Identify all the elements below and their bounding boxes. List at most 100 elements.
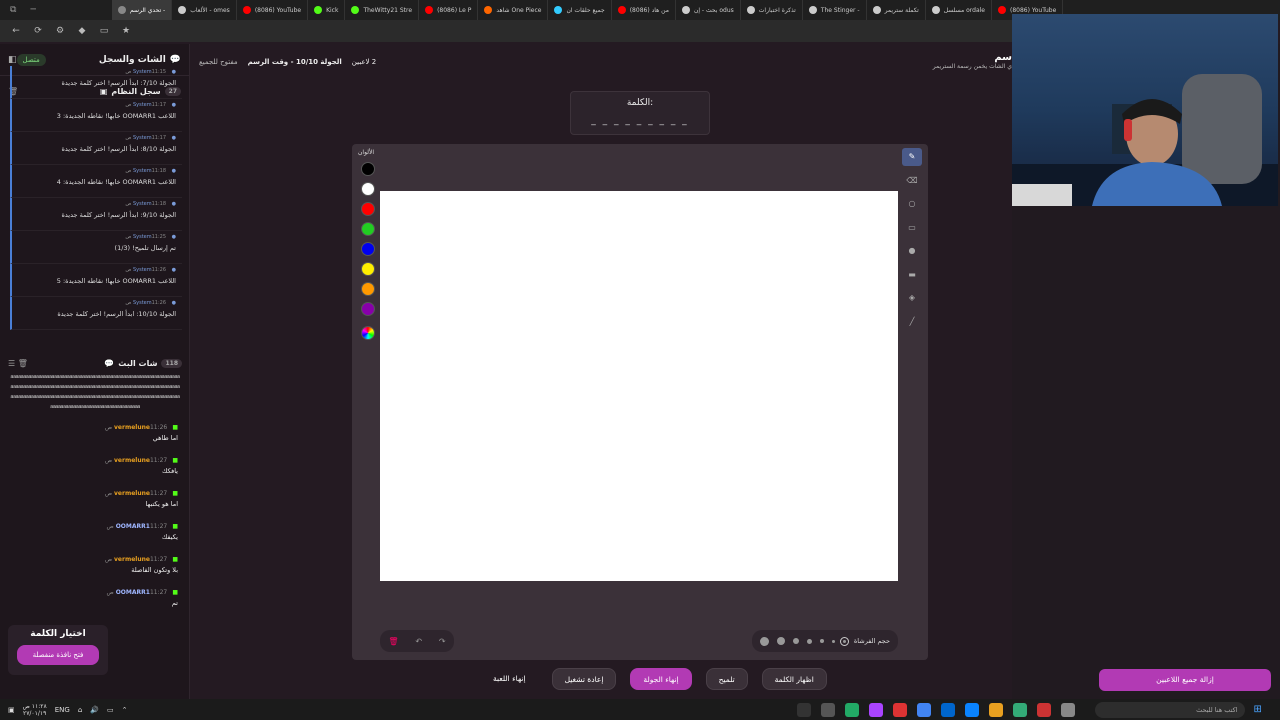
window-menu-icon[interactable]: ⧉ — [10, 5, 16, 15]
language-indicator[interactable]: ENG — [55, 706, 70, 714]
browser-tab[interactable]: Kick — [308, 0, 346, 20]
browser-tab[interactable]: شاهد One Piece — [478, 0, 549, 20]
taskbar-app-icon[interactable] — [893, 702, 908, 717]
browser-tab[interactable]: تكملة ستريمر — [867, 0, 926, 20]
taskbar-app-icon[interactable] — [941, 702, 956, 717]
circle-icon[interactable]: ○ — [902, 195, 922, 213]
collapse-sidebar-icon[interactable]: ◧ — [8, 55, 17, 65]
clock[interactable]: ١١:٢٨ ص ٢٧/٠١/١٩ — [23, 703, 47, 717]
taskbar-app-icon[interactable] — [797, 702, 812, 717]
chat-username[interactable]: vermelune — [114, 490, 150, 497]
star-icon[interactable]: ★ — [120, 26, 132, 36]
shield-icon[interactable]: ◆ — [76, 26, 88, 36]
color-swatch[interactable] — [361, 282, 375, 296]
taskbar-app-icon[interactable] — [869, 702, 884, 717]
chat-username[interactable]: OOMARR1 — [116, 523, 150, 530]
kick-badge-icon: ■ — [170, 457, 178, 464]
browser-tab[interactable]: الألعاب - omes — [172, 0, 237, 20]
undo-icon[interactable]: ↶ — [415, 637, 422, 646]
browser-tab[interactable]: تحدي الرسم - — [112, 0, 173, 20]
taskbar-app-icon[interactable] — [845, 702, 860, 717]
brush-size-7[interactable] — [759, 636, 769, 646]
end-game-button[interactable]: إنهاء اللعبة — [481, 668, 538, 690]
kick-badge-icon: ■ — [170, 490, 178, 497]
end-round-button[interactable]: إنهاء الجولة — [630, 668, 692, 690]
tray-expand-icon[interactable]: ⌃ — [122, 706, 128, 714]
taskbar-search[interactable]: اكتب هنا للبحث — [1095, 701, 1246, 718]
chat-message: ■ OOMARR111:27 ص تم — [0, 585, 190, 618]
livechat-menu-icon[interactable]: ☰ 🗑 — [8, 359, 28, 368]
brush-size-3[interactable] — [819, 639, 824, 643]
browser-tab[interactable]: تذكرة اختبارات — [741, 0, 803, 20]
screen-icon[interactable]: ▭ — [98, 26, 110, 36]
kick-badge-icon: ■ — [170, 589, 178, 596]
fill-bucket-icon[interactable]: ◈ — [902, 289, 922, 307]
chat-username-row: ■ vermelune11:27 ص — [12, 556, 178, 563]
windows-start-icon[interactable]: ⊞ — [1253, 704, 1261, 715]
redo-icon[interactable]: ↷ — [439, 637, 446, 646]
taskbar-app-icon[interactable] — [1037, 702, 1052, 717]
connection-status: متصل — [16, 53, 46, 66]
color-swatch[interactable] — [361, 182, 375, 196]
taskbar-app-icon[interactable] — [1013, 702, 1028, 717]
reload-icon[interactable]: ⟳ — [32, 26, 44, 36]
extension-icon[interactable]: ⚙ — [54, 26, 66, 36]
brush-size-4[interactable] — [806, 638, 812, 644]
network-icon[interactable]: ⌂ — [78, 706, 82, 714]
taskbar-app-icon[interactable] — [821, 702, 836, 717]
browser-tab[interactable]: The Stinger - — [803, 0, 867, 20]
color-swatch[interactable] — [361, 262, 375, 276]
browser-tab[interactable]: بحث - إن odus — [676, 0, 741, 20]
browser-tab[interactable]: (8086) من هاد — [612, 0, 676, 20]
volume-icon[interactable]: 🔊 — [90, 706, 99, 714]
browser-tab[interactable]: جميع حلقات ان — [548, 0, 612, 20]
chat-username[interactable]: vermelune — [114, 457, 150, 464]
clear-canvas-icon[interactable]: 🗑 — [388, 637, 398, 646]
brush-size-1[interactable] — [839, 636, 849, 646]
browser-tab[interactable]: مسلسل ordale — [926, 0, 993, 20]
taskbar-app-icon[interactable] — [965, 702, 980, 717]
browser-tab[interactable]: TheWitty21 Stre — [345, 0, 420, 20]
chat-username[interactable]: vermelune — [114, 424, 150, 431]
open-window-button[interactable]: فتح نافذة منفصلة — [17, 645, 99, 665]
tab-favicon-icon — [351, 6, 360, 14]
color-swatch[interactable] — [361, 162, 375, 176]
back-icon[interactable]: ← — [10, 26, 22, 36]
tab-favicon-icon — [242, 6, 251, 14]
hint-button[interactable]: تلميح — [705, 668, 748, 690]
battery-icon[interactable]: ▭ — [107, 706, 114, 714]
rectangle-icon[interactable]: ▭ — [902, 219, 922, 237]
brush-size-6[interactable] — [776, 637, 785, 645]
brush-size-5[interactable] — [792, 638, 799, 644]
remove-all-players-button[interactable]: إزالة جميع اللاعبين — [1099, 669, 1271, 691]
restart-button[interactable]: إعادة تشغيل — [551, 668, 617, 690]
color-swatch[interactable] — [361, 222, 375, 236]
drawing-canvas[interactable] — [380, 191, 898, 581]
chat-username[interactable]: vermelune — [114, 556, 150, 563]
livechat-count: 118 — [161, 358, 182, 368]
chat-text: يافكك — [162, 467, 178, 475]
eraser-icon[interactable]: ⌫ — [902, 172, 922, 190]
tab-label: (8086) YouTube — [1010, 6, 1057, 14]
color-swatch[interactable] — [361, 202, 375, 216]
custom-color-picker[interactable] — [361, 326, 375, 340]
browser-tab[interactable]: (8086) Le P — [419, 0, 479, 20]
tab-favicon-icon — [998, 6, 1007, 14]
notification-icon[interactable]: ▣ — [8, 706, 15, 714]
system-log-list[interactable]: ● System11:15 ص الجولة 7/10: ابدأ الرسم! … — [0, 66, 190, 336]
tab-favicon-icon — [178, 6, 187, 14]
chat-username[interactable]: OOMARR1 — [116, 589, 150, 596]
brush-size-2[interactable] — [831, 639, 835, 643]
taskbar-app-icon[interactable] — [989, 702, 1004, 717]
browser-tab[interactable]: (8086) YouTube — [237, 0, 309, 20]
color-swatch[interactable] — [361, 302, 375, 316]
show-word-button[interactable]: اظهار الكلمة — [761, 668, 827, 690]
filled-circle-icon[interactable]: ● — [902, 242, 922, 260]
color-swatch[interactable] — [361, 242, 375, 256]
line-icon[interactable]: ╱ — [902, 313, 922, 331]
filled-rectangle-icon[interactable]: ▬ — [902, 266, 922, 284]
minimize-icon[interactable]: ─ — [30, 5, 35, 15]
pencil-icon[interactable]: ✎ — [902, 148, 922, 166]
taskbar-app-icon[interactable] — [1061, 702, 1076, 717]
taskbar-app-icon[interactable] — [917, 702, 932, 717]
